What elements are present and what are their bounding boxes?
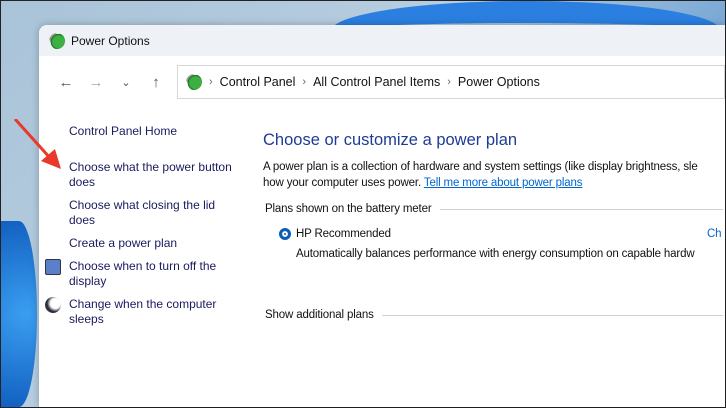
change-plan-settings-link[interactable]: Ch [707, 228, 722, 240]
divider [439, 208, 723, 210]
sidebar-item-control-panel-home[interactable]: Control Panel Home [69, 124, 239, 139]
sidebar-item-label: Change when the computer sleeps [69, 297, 217, 326]
plan-name: HP Recommended [296, 228, 391, 240]
up-button[interactable]: ↑ [141, 74, 171, 91]
chevron-right-icon: › [209, 76, 213, 88]
wallpaper-swirl [1, 221, 37, 407]
plan-hp-recommended[interactable]: HP Recommended Ch [279, 228, 722, 240]
plan-radio-selected[interactable] [279, 228, 291, 240]
window-title: Power Options [71, 33, 150, 48]
back-button[interactable]: ← [51, 74, 81, 91]
battery-meter-plans-group: Plans shown on the battery meter [265, 203, 723, 215]
description: A power plan is a collection of hardware… [263, 159, 723, 191]
learn-more-link[interactable]: Tell me more about power plans [424, 177, 583, 189]
plan-description: Automatically balances performance with … [296, 248, 695, 260]
title-bar: Power Options [39, 25, 725, 56]
recent-locations-button[interactable]: ⌄ [111, 76, 141, 89]
annotation-arrow-icon [13, 119, 61, 169]
breadcrumb-control-panel[interactable]: Control Panel [220, 75, 296, 89]
description-line: how your computer uses power. [263, 177, 422, 189]
description-line: A power plan is a collection of hardware… [263, 161, 698, 173]
power-options-icon [186, 74, 202, 90]
group-label: Plans shown on the battery meter [265, 203, 432, 215]
divider [381, 314, 723, 316]
group-label: Show additional plans [265, 309, 374, 321]
display-clock-icon [45, 259, 61, 275]
sidebar-item-turn-off-display[interactable]: Choose when to turn off the display [45, 259, 229, 289]
sidebar-item-label: Choose when to turn off the display [69, 259, 217, 288]
sidebar-item-computer-sleeps[interactable]: Change when the computer sleeps [45, 297, 229, 327]
breadcrumb-all-items[interactable]: All Control Panel Items [313, 75, 440, 89]
moon-icon [45, 297, 61, 313]
forward-button[interactable]: → [81, 74, 111, 91]
sidebar-item-create-plan[interactable]: Create a power plan [69, 236, 239, 251]
chevron-right-icon: › [302, 76, 307, 88]
sidebar-item-power-button[interactable]: Choose what the power button does [69, 160, 244, 190]
address-bar[interactable]: › Control Panel › All Control Panel Item… [177, 65, 725, 99]
main-content: Choose or customize a power plan A power… [263, 131, 723, 321]
chevron-right-icon: › [447, 76, 451, 88]
sidebar-item-closing-lid[interactable]: Choose what closing the lid does [69, 198, 219, 228]
page-title: Choose or customize a power plan [263, 131, 518, 149]
show-additional-plans[interactable]: Show additional plans [265, 309, 723, 321]
power-options-icon [49, 32, 65, 49]
breadcrumb-power-options[interactable]: Power Options [458, 75, 540, 89]
power-options-window: Power Options ← → ⌄ ↑ › Control Panel › … [39, 25, 725, 407]
